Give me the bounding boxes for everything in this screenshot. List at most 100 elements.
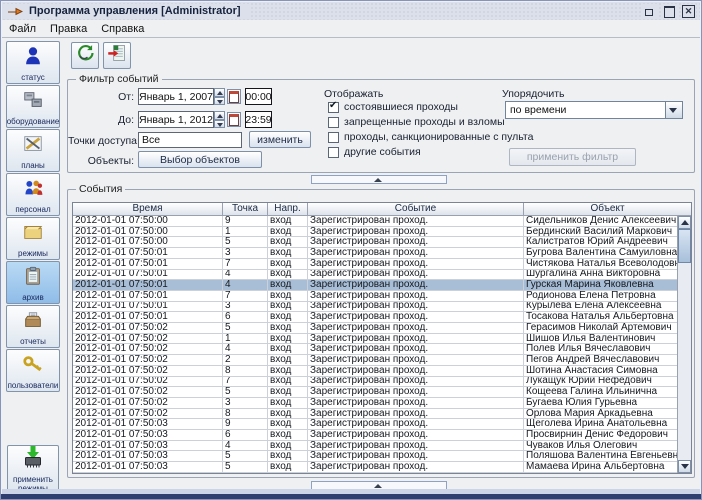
apply-modes-button[interactable]: применить режимы [7, 445, 59, 492]
from-calendar-button[interactable] [227, 89, 241, 104]
table-cell: Бугаева Юлия Гурьевна [524, 398, 677, 408]
access-points-field[interactable]: Все [138, 132, 242, 148]
table-row[interactable]: 2012-01-01 07:50:017входЗарегистрирован … [73, 291, 677, 302]
column-header-direction[interactable]: Напр. [268, 203, 308, 216]
column-header-event[interactable]: Событие [308, 203, 524, 216]
checkbox-console[interactable]: проходы, санкционированные с пульта [328, 131, 533, 143]
table-cell: вход [268, 216, 308, 226]
checkbox-denied[interactable]: запрещенные проходы и взломы [328, 116, 505, 128]
table-cell: Бугрова Валентина Самуиловна [524, 248, 677, 258]
table-cell: 2012-01-01 07:50:01 [73, 291, 223, 301]
checkbox-other[interactable]: другие события [328, 146, 421, 158]
table-cell: 2012-01-01 07:50:02 [73, 323, 223, 333]
table-cell: Полев Илья Вячеславович [524, 344, 677, 354]
to-date-field[interactable]: Январь 1, 2012 [138, 111, 214, 128]
table-cell: 3 [223, 398, 268, 408]
sidebar-item-archive[interactable]: архив [6, 261, 60, 304]
sidebar-item-modes[interactable]: режимы [6, 217, 60, 260]
devices-icon [22, 88, 44, 117]
to-date-spinner[interactable] [214, 111, 225, 128]
table-row[interactable]: 2012-01-01 07:50:013входЗарегистрирован … [73, 302, 677, 313]
scroll-down-icon[interactable] [678, 460, 691, 473]
table-row[interactable]: 2012-01-01 07:50:005входЗарегистрирован … [73, 237, 677, 248]
table-row[interactable]: 2012-01-01 07:50:001входЗарегистрирован … [73, 227, 677, 238]
table-row[interactable]: 2012-01-01 07:50:009входЗарегистрирован … [73, 216, 677, 227]
checkbox-icon[interactable] [328, 147, 339, 158]
table-row[interactable]: 2012-01-01 07:50:013входЗарегистрирован … [73, 248, 677, 259]
sidebar-item-personnel[interactable]: персонал [6, 173, 60, 216]
sidebar-item-reports[interactable]: отчеты [6, 305, 60, 348]
table-cell: 2012-01-01 07:50:01 [73, 259, 223, 269]
from-time-field[interactable]: 00:00 [245, 88, 272, 105]
table-cell: Лукащук Юрий Нефедович [524, 377, 677, 387]
table-cell: Зарегистрирован проход. [308, 462, 524, 472]
table-row[interactable]: 2012-01-01 07:50:024входЗарегистрирован … [73, 344, 677, 355]
refresh-button[interactable] [71, 42, 99, 69]
table-row[interactable]: 2012-01-01 07:50:014входЗарегистрирован … [73, 280, 677, 291]
sidebar-item-users[interactable]: пользователи [6, 349, 60, 392]
maximize-button[interactable] [662, 4, 677, 18]
drafting-icon [22, 132, 44, 161]
table-scrollbar[interactable] [677, 216, 691, 473]
column-header-time[interactable]: Время [73, 203, 223, 216]
table-row[interactable]: 2012-01-01 07:50:025входЗарегистрирован … [73, 387, 677, 398]
scroll-up-icon[interactable] [678, 216, 691, 229]
table-row[interactable]: 2012-01-01 07:50:021входЗарегистрирован … [73, 334, 677, 345]
sidebar-item-equipment[interactable]: оборудование [6, 85, 60, 128]
table-row[interactable]: 2012-01-01 07:50:016входЗарегистрирован … [73, 312, 677, 323]
table-cell: 7 [223, 377, 268, 387]
sidebar-item-plans[interactable]: планы [6, 129, 60, 172]
table-row[interactable]: 2012-01-01 07:50:034входЗарегистрирован … [73, 441, 677, 452]
table-cell: вход [268, 344, 308, 354]
select-objects-button[interactable]: Выбор объектов [138, 151, 262, 168]
export-button[interactable] [103, 42, 131, 69]
to-time-field[interactable]: 23:59 [245, 111, 272, 128]
order-dropdown[interactable]: по времени [505, 101, 683, 119]
checkbox-icon[interactable] [328, 132, 339, 143]
table-cell: 2012-01-01 07:50:02 [73, 344, 223, 354]
table-cell: Зарегистрирован проход. [308, 248, 524, 258]
close-button[interactable]: ✕ [681, 4, 696, 18]
table-row[interactable]: 2012-01-01 07:50:028входЗарегистрирован … [73, 409, 677, 420]
table-cell: 2012-01-01 07:50:02 [73, 355, 223, 365]
table-cell: 2012-01-01 07:50:01 [73, 270, 223, 280]
display-label: Отображать [324, 88, 383, 100]
table-cell: Мамаева Ирина Альбертовна [524, 462, 677, 472]
table-row[interactable]: 2012-01-01 07:50:023входЗарегистрирован … [73, 398, 677, 409]
apply-filter-button[interactable]: применить фильтр [509, 148, 636, 166]
from-date-field[interactable]: Январь 1, 2007 [138, 88, 214, 105]
table-row[interactable]: 2012-01-01 07:50:035входЗарегистрирован … [73, 451, 677, 462]
change-button[interactable]: изменить [249, 131, 311, 148]
table-cell: Зарегистрирован проход. [308, 302, 524, 312]
table-cell: Гурская Марина Яковлевна [524, 280, 677, 290]
table-cell: вход [268, 377, 308, 387]
checkbox-icon[interactable] [328, 117, 339, 128]
table-row[interactable]: 2012-01-01 07:50:014входЗарегистрирован … [73, 270, 677, 281]
table-cell: вход [268, 398, 308, 408]
column-header-object[interactable]: Объект [524, 203, 691, 216]
table-row[interactable]: 2012-01-01 07:50:035входЗарегистрирован … [73, 462, 677, 473]
scrollbar-thumb[interactable] [678, 229, 691, 263]
chevron-down-icon[interactable] [665, 102, 682, 118]
table-cell: вход [268, 366, 308, 376]
from-date-spinner[interactable] [214, 88, 225, 105]
table-cell: 2012-01-01 07:50:02 [73, 366, 223, 376]
checkbox-passes[interactable]: состоявшиеся проходы [328, 101, 458, 113]
table-row[interactable]: 2012-01-01 07:50:027входЗарегистрирован … [73, 377, 677, 388]
menu-edit[interactable]: Правка [50, 23, 87, 35]
menu-help[interactable]: Справка [101, 23, 144, 35]
sidebar-item-status[interactable]: статус [6, 41, 60, 84]
splitter-collapse-top[interactable] [311, 175, 447, 184]
table-row[interactable]: 2012-01-01 07:50:039входЗарегистрирован … [73, 419, 677, 430]
access-points-label: Точки доступа: [68, 135, 134, 147]
minimize-button[interactable] [643, 4, 658, 18]
table-row[interactable]: 2012-01-01 07:50:017входЗарегистрирован … [73, 259, 677, 270]
checkbox-icon[interactable] [328, 102, 339, 113]
table-row[interactable]: 2012-01-01 07:50:036входЗарегистрирован … [73, 430, 677, 441]
table-row[interactable]: 2012-01-01 07:50:028входЗарегистрирован … [73, 366, 677, 377]
menu-file[interactable]: Файл [9, 23, 36, 35]
table-row[interactable]: 2012-01-01 07:50:025входЗарегистрирован … [73, 323, 677, 334]
table-row[interactable]: 2012-01-01 07:50:022входЗарегистрирован … [73, 355, 677, 366]
column-header-point[interactable]: Точка [223, 203, 268, 216]
to-calendar-button[interactable] [227, 112, 241, 127]
